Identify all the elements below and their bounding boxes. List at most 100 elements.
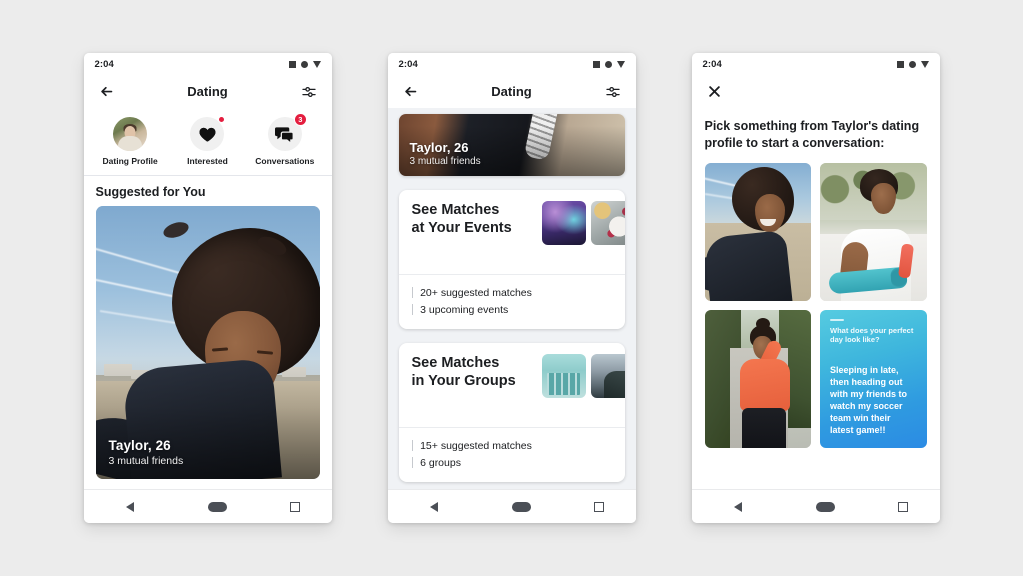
group-card-stats: 15+ suggested matches 6 groups [398,427,625,482]
back-triangle-icon [734,501,742,512]
dating-settings-button[interactable] [602,81,624,103]
phone-screen-1: 2:04 Dating Dating Profile Interested 3 … [83,53,332,523]
close-x-icon [709,86,720,97]
phone-screen-2: 2:04 Dating Taylor, 26 3 mutual friends … [387,53,636,523]
stat-bar-icon [411,457,414,468]
back-arrow-icon [405,86,417,97]
nav-recents-button[interactable] [898,501,908,512]
chat-bubbles-icon-wrapper: 3 [267,113,307,151]
square-icon [592,60,600,68]
match-mutual-friends: 3 mutual friends [409,156,481,167]
stat-text: 6 groups [420,456,461,469]
walking-orange-top-photo[interactable] [704,309,811,448]
screen-2-body: Taylor, 26 3 mutual friends See Matches … [387,108,636,489]
stat-row: 15+ suggested matches [411,437,612,454]
status-icon-group [288,60,321,68]
circle-icon [604,60,612,68]
heart-icon [199,127,216,142]
android-nav-bar-3 [691,489,940,523]
prompt-answer-card[interactable]: What does your perfect day look like? Sl… [820,309,927,448]
circle-icon [300,60,308,68]
nav-recents-button[interactable] [290,501,300,512]
shortcut-conversations[interactable]: 3 Conversations [249,113,321,166]
event-card-stats: 20+ suggested matches 3 upcoming events [398,274,625,329]
stat-text: 20+ suggested matches [420,286,532,299]
nav-back-button[interactable] [115,496,145,518]
android-nav-bar-2 [387,489,636,523]
sliders-icon [605,86,620,97]
app-header-3 [691,75,940,108]
suggested-match-card[interactable]: Taylor, 26 3 mutual friends [95,206,320,479]
app-header-2: Dating [387,75,636,108]
nav-recents-button[interactable] [594,501,604,512]
back-triangle-icon [126,501,134,512]
glass-building-group-thumbnail [541,354,586,398]
profile-content-grid: What does your perfect day look like? Sl… [692,162,940,448]
close-button[interactable] [704,81,726,103]
circle-icon [908,60,916,68]
back-button[interactable] [96,81,118,103]
top-match-card[interactable]: Taylor, 26 3 mutual friends [398,114,625,176]
square-icon [288,60,296,68]
shortcut-label-conversations: Conversations [255,156,315,166]
conversations-badge-count: 3 [293,113,307,126]
status-time: 2:04 [398,58,418,70]
shortcut-dating-profile[interactable]: Dating Profile [94,117,166,166]
triangle-down-icon [616,60,625,68]
shortcut-label-dating-profile: Dating Profile [102,156,158,166]
nav-home-button[interactable] [816,501,835,512]
page-title: Dating [187,84,228,99]
shortcut-label-interested: Interested [187,156,228,166]
card-top: See Matches at Your Events [399,190,625,264]
event-thumbnail-strip [541,201,625,245]
dating-shortcut-row: Dating Profile Interested 3 Conversation… [83,108,332,175]
match-mutual-friends: 3 mutual friends [108,455,184,467]
status-bar: 2:04 [691,53,940,75]
back-button[interactable] [400,81,422,103]
dating-settings-button[interactable] [298,81,320,103]
stat-row: 20+ suggested matches [411,284,612,301]
see-matches-groups-card[interactable]: See Matches in Your Groups 15+ suggested… [398,343,625,482]
heart-icon-wrapper [190,116,226,151]
stat-bar-icon [411,440,414,451]
status-icon-group [592,60,625,68]
suggested-card-caption: Taylor, 26 3 mutual friends [109,438,184,467]
status-bar: 2:04 [83,53,332,75]
app-header-1: Dating [83,75,332,108]
triangle-down-icon [312,60,321,68]
screenshot-stage: 2:04 Dating Dating Profile Interested 3 … [0,0,1023,576]
stat-bar-icon [411,287,414,298]
landscape-group-thumbnail [590,354,625,398]
stat-text: 15+ suggested matches [420,439,532,452]
screen-3-body: Pick something from Taylor's dating prof… [691,108,940,489]
group-thumbnail-strip [541,354,625,398]
yoga-mat-photo[interactable] [820,162,927,301]
page-title: Dating [491,84,532,99]
back-triangle-icon [430,501,438,512]
nav-home-button[interactable] [512,501,531,512]
see-matches-events-card[interactable]: See Matches at Your Events 20+ suggested… [398,190,625,329]
prompt-dash-icon [830,318,844,321]
prompt-answer: Sleeping in late, then heading out with … [830,365,908,436]
nav-back-button[interactable] [723,496,753,518]
stat-text: 3 upcoming events [420,303,509,316]
status-bar: 2:04 [387,53,636,75]
chat-bubbles-icon [275,126,295,144]
beach-selfie-photo[interactable] [704,162,811,301]
stat-bar-icon [411,304,414,315]
match-name: Taylor, 26 [108,438,171,453]
section-title-suggested: Suggested for You [95,185,206,199]
triangle-down-icon [920,60,929,68]
top-card-caption: Taylor, 26 3 mutual friends [410,140,481,167]
food-event-thumbnail [590,201,625,245]
match-name: Taylor, 26 [409,140,469,155]
square-icon [896,60,904,68]
avatar [113,117,147,151]
profile-photo-icon [113,117,148,151]
shortcut-interested[interactable]: Interested [171,116,243,166]
nav-back-button[interactable] [419,496,449,518]
back-arrow-icon [101,86,113,97]
status-time: 2:04 [94,58,114,70]
nav-home-button[interactable] [208,501,227,512]
phone-screen-3: 2:04 Pick something from Taylor's dating… [691,53,940,523]
